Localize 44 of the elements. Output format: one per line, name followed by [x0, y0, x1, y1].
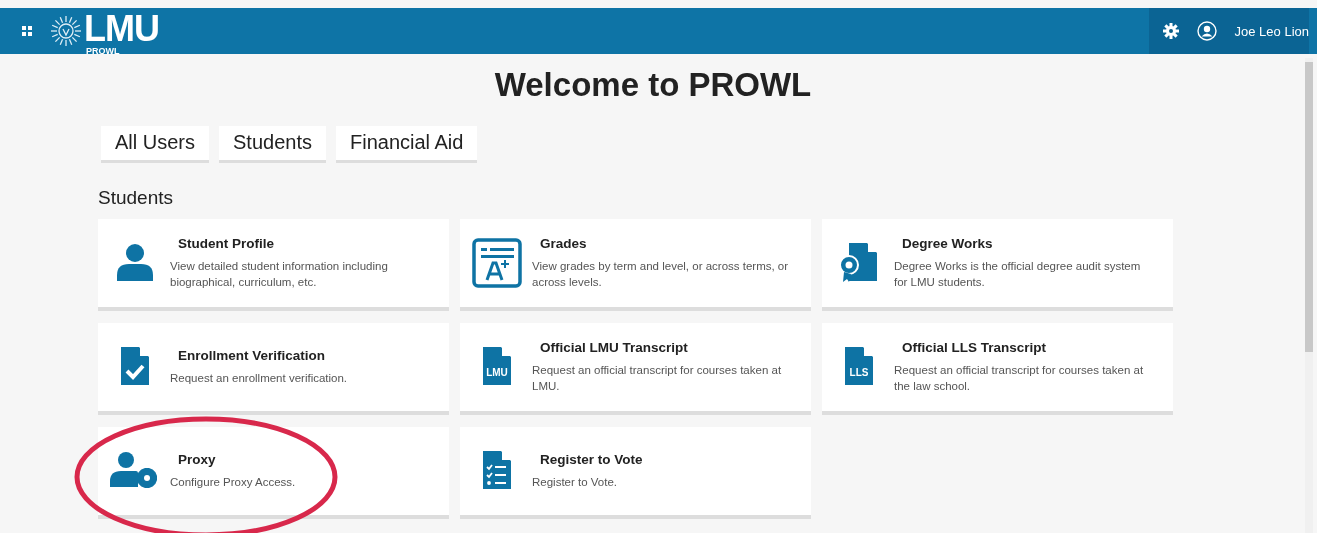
person-icon: [115, 243, 155, 283]
document-icon: LLS: [843, 347, 875, 387]
document-check-icon: [119, 347, 151, 387]
card-title: Grades: [540, 236, 588, 251]
user-gear-icon: [110, 451, 160, 491]
scrollbar[interactable]: [1305, 58, 1313, 533]
card-title: Enrollment Verification: [178, 347, 327, 363]
card-description: View detailed student information including biographical, curriculum, etc.: [170, 259, 389, 290]
filter-button[interactable]: All Users: [101, 126, 209, 163]
app-card[interactable]: Student Profile View detailed student information including biographical, curriculum, etc.: [98, 219, 449, 311]
document-icon: LMU: [481, 347, 513, 387]
filter-button[interactable]: Students: [219, 126, 326, 163]
settings-icon[interactable]: [1162, 23, 1179, 39]
card-description: Request an official transcript for courses taken at the law school.: [894, 363, 1145, 394]
card-description: Register to Vote.: [532, 474, 619, 490]
logo-subtext: PROWL: [86, 46, 121, 56]
card-description: Configure Proxy Access.: [170, 474, 297, 490]
checklist-document-icon: [481, 451, 513, 491]
section-heading: Students: [98, 187, 174, 209]
app-card[interactable]: LMU Official LMU Transcript Request an official transcript for courses taken at LMU.: [460, 323, 811, 415]
app-card[interactable]: Proxy Configure Proxy Access.: [98, 427, 449, 519]
app-card[interactable]: Degree Works Degree Works is the official degree audit system for LMU students.: [822, 219, 1173, 311]
app-card[interactable]: Register to Vote Register to Vote.: [460, 427, 811, 519]
card-description: Request an enrollment verification.: [170, 370, 349, 386]
card-description: Degree Works is the official degree audit system for LMU students.: [894, 259, 1142, 290]
filter-button[interactable]: Financial Aid: [335, 126, 478, 163]
card-title: Proxy: [178, 451, 217, 467]
page-title: Welcome to PROWL: [493, 66, 813, 104]
user-avatar-icon[interactable]: [1196, 21, 1217, 41]
card-title: Student Profile: [178, 236, 275, 251]
app-card[interactable]: Grades View grades by term and level, or across terms, or across levels.: [460, 219, 811, 311]
logo-text: LMU: [84, 10, 159, 47]
card-description: Request an official transcript for courses taken at LMU.: [532, 363, 783, 394]
grades-icon: [472, 238, 522, 288]
app-card[interactable]: LLS Official LLS Transcript Request an official transcript for courses taken at the law school.: [822, 323, 1173, 415]
lion-sun-icon: [50, 15, 82, 47]
card-title: Official LMU Transcript: [540, 340, 689, 355]
user-name[interactable]: Joe Leo Lion: [1234, 23, 1309, 39]
apps-grid-icon[interactable]: [22, 26, 32, 36]
card-title: Official LLS Transcript: [902, 340, 1048, 355]
card-title: Degree Works: [902, 236, 994, 251]
app-card[interactable]: Enrollment Verification Request an enrollment verification.: [98, 323, 449, 415]
card-title: Register to Vote: [540, 451, 643, 467]
card-description: View grades by term and level, or across terms, or across levels.: [532, 259, 790, 290]
